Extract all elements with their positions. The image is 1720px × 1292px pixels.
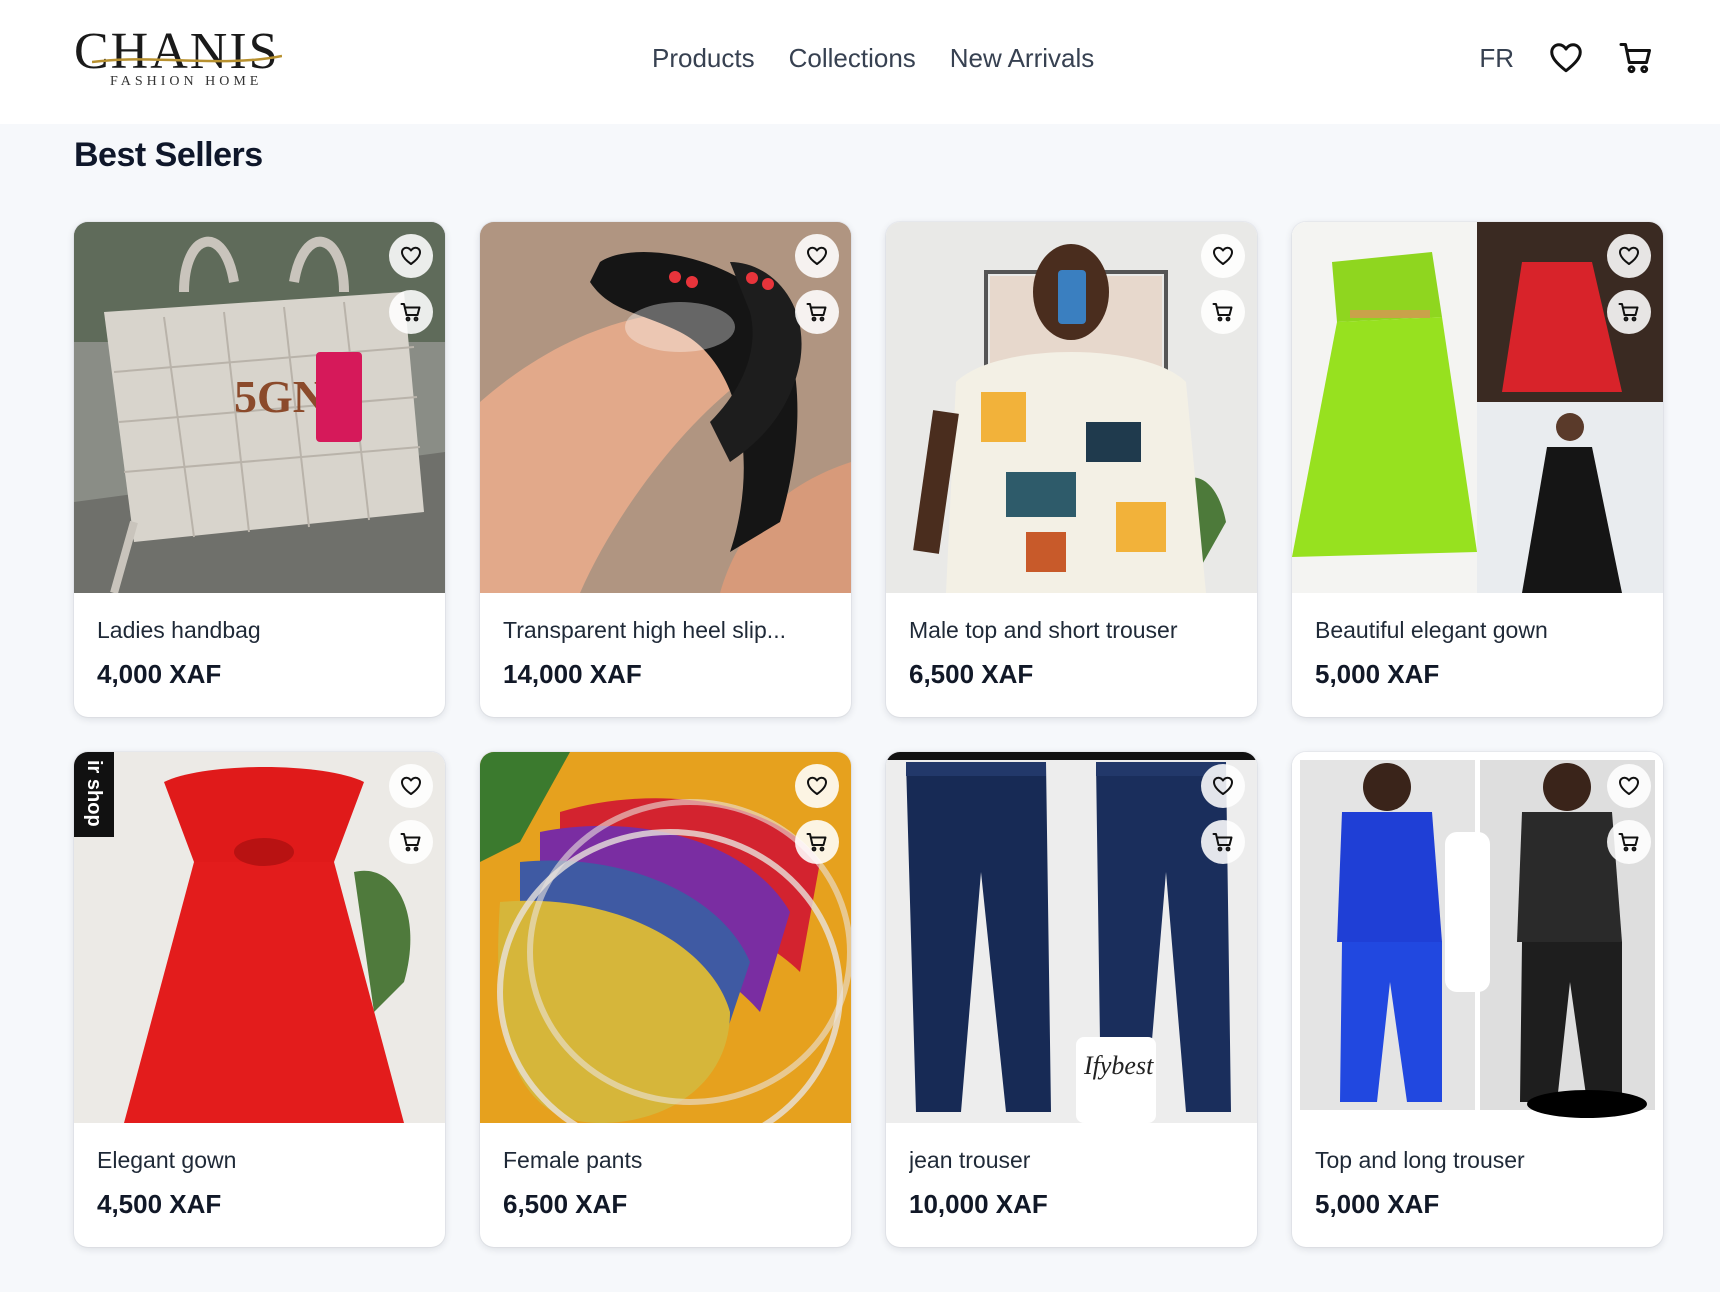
logo-tagline: FASHION HOME xyxy=(110,74,263,89)
product-image[interactable] xyxy=(480,752,851,1123)
product-price: 6,500 XAF xyxy=(909,659,1034,689)
add-to-cart-button[interactable] xyxy=(1201,290,1245,334)
wishlist-button[interactable] xyxy=(1607,234,1651,278)
site-header: CHANIS FASHION HOME Products Collections… xyxy=(0,0,1720,124)
product-price: 5,000 XAF xyxy=(1315,659,1440,689)
heart-icon xyxy=(807,776,827,795)
slipper-image xyxy=(480,222,851,593)
add-to-cart-button[interactable] xyxy=(389,290,433,334)
cart-icon xyxy=(1212,833,1233,852)
heart-icon xyxy=(807,246,827,265)
logo-swoosh-icon xyxy=(92,54,282,64)
cart-icon xyxy=(1618,833,1639,852)
nav-new-arrivals[interactable]: New Arrivals xyxy=(950,43,1094,74)
nav-collections[interactable]: Collections xyxy=(789,43,916,74)
section-title: Best Sellers xyxy=(74,136,263,174)
add-to-cart-button[interactable] xyxy=(795,290,839,334)
product-card[interactable]: Top and long trouser 5,000 XAF xyxy=(1292,752,1663,1247)
shop-watermark-text: ir shop xyxy=(83,760,105,827)
cart-icon xyxy=(400,303,421,322)
product-price: 5,000 XAF xyxy=(1315,1189,1440,1219)
wishlist-button[interactable] xyxy=(795,234,839,278)
heart-icon xyxy=(401,776,421,795)
product-card[interactable]: Ifybest jean trouser 10,000 XAF xyxy=(886,752,1257,1247)
red-gown-image: ir shop xyxy=(74,752,445,1123)
product-name[interactable]: Elegant gown xyxy=(97,1145,427,1175)
wishlist-button[interactable] xyxy=(1607,764,1651,808)
product-name[interactable]: jean trouser xyxy=(909,1145,1239,1175)
cart-icon[interactable] xyxy=(1618,40,1654,76)
add-to-cart-button[interactable] xyxy=(1201,820,1245,864)
add-to-cart-button[interactable] xyxy=(795,820,839,864)
cart-icon xyxy=(806,303,827,322)
product-image[interactable]: 5GN xyxy=(74,222,445,593)
add-to-cart-button[interactable] xyxy=(389,820,433,864)
product-card[interactable]: Transparent high heel slip... 14,000 XAF xyxy=(480,222,851,717)
wishlist-button[interactable] xyxy=(795,764,839,808)
heart-icon xyxy=(1213,776,1233,795)
product-card[interactable]: ir shop Elegant gown 4,500 XAF xyxy=(74,752,445,1247)
product-price: 6,500 XAF xyxy=(503,1189,628,1219)
product-grid: 5GN Ladies handbag 4,000 XAF Transparent… xyxy=(74,222,1664,1247)
heart-icon xyxy=(1619,776,1639,795)
heart-icon xyxy=(1213,246,1233,265)
nav-products[interactable]: Products xyxy=(652,43,755,74)
top-trouser-image xyxy=(1292,752,1663,1123)
product-name[interactable]: Transparent high heel slip... xyxy=(503,615,833,645)
heart-icon[interactable] xyxy=(1548,40,1584,76)
product-card[interactable]: Male top and short trouser 6,500 XAF xyxy=(886,222,1257,717)
product-image[interactable]: Ifybest xyxy=(886,752,1257,1123)
gown-collage-image xyxy=(1292,222,1663,593)
wishlist-button[interactable] xyxy=(1201,234,1245,278)
male-outfit-image xyxy=(886,222,1257,593)
product-name[interactable]: Male top and short trouser xyxy=(909,615,1239,645)
handbag-image: 5GN xyxy=(74,222,445,593)
add-to-cart-button[interactable] xyxy=(1607,820,1651,864)
bag-text: 5GN xyxy=(234,371,326,422)
logo-wordmark: CHANIS xyxy=(74,23,280,80)
wishlist-button[interactable] xyxy=(1201,764,1245,808)
product-price: 10,000 XAF xyxy=(909,1189,1048,1219)
main-nav: Products Collections New Arrivals xyxy=(652,38,1094,78)
product-price: 14,000 XAF xyxy=(503,659,642,689)
product-price: 4,000 XAF xyxy=(97,659,222,689)
wishlist-button[interactable] xyxy=(389,234,433,278)
brand-logo[interactable]: CHANIS FASHION HOME xyxy=(74,24,300,92)
product-image[interactable]: ir shop xyxy=(74,752,445,1123)
heart-icon xyxy=(401,246,421,265)
product-image[interactable] xyxy=(1292,752,1663,1123)
product-image[interactable] xyxy=(1292,222,1663,593)
product-price: 4,500 XAF xyxy=(97,1189,222,1219)
product-card[interactable]: 5GN Ladies handbag 4,000 XAF xyxy=(74,222,445,717)
jeans-image: Ifybest xyxy=(886,752,1257,1123)
product-name[interactable]: Beautiful elegant gown xyxy=(1315,615,1645,645)
brand-watermark-text: Ifybest xyxy=(1083,1051,1154,1080)
product-name[interactable]: Ladies handbag xyxy=(97,615,427,645)
product-image[interactable] xyxy=(886,222,1257,593)
cart-icon xyxy=(1618,303,1639,322)
product-name[interactable]: Top and long trouser xyxy=(1315,1145,1645,1175)
cart-icon xyxy=(1212,303,1233,322)
product-card[interactable]: Beautiful elegant gown 5,000 XAF xyxy=(1292,222,1663,717)
product-card[interactable]: Female pants 6,500 XAF xyxy=(480,752,851,1247)
language-toggle[interactable]: FR xyxy=(1479,43,1514,74)
female-pants-image xyxy=(480,752,851,1123)
heart-icon xyxy=(1619,246,1639,265)
header-actions: FR xyxy=(1479,36,1654,80)
product-name[interactable]: Female pants xyxy=(503,1145,833,1175)
add-to-cart-button[interactable] xyxy=(1607,290,1651,334)
product-image[interactable] xyxy=(480,222,851,593)
cart-icon xyxy=(806,833,827,852)
wishlist-button[interactable] xyxy=(389,764,433,808)
cart-icon xyxy=(400,833,421,852)
